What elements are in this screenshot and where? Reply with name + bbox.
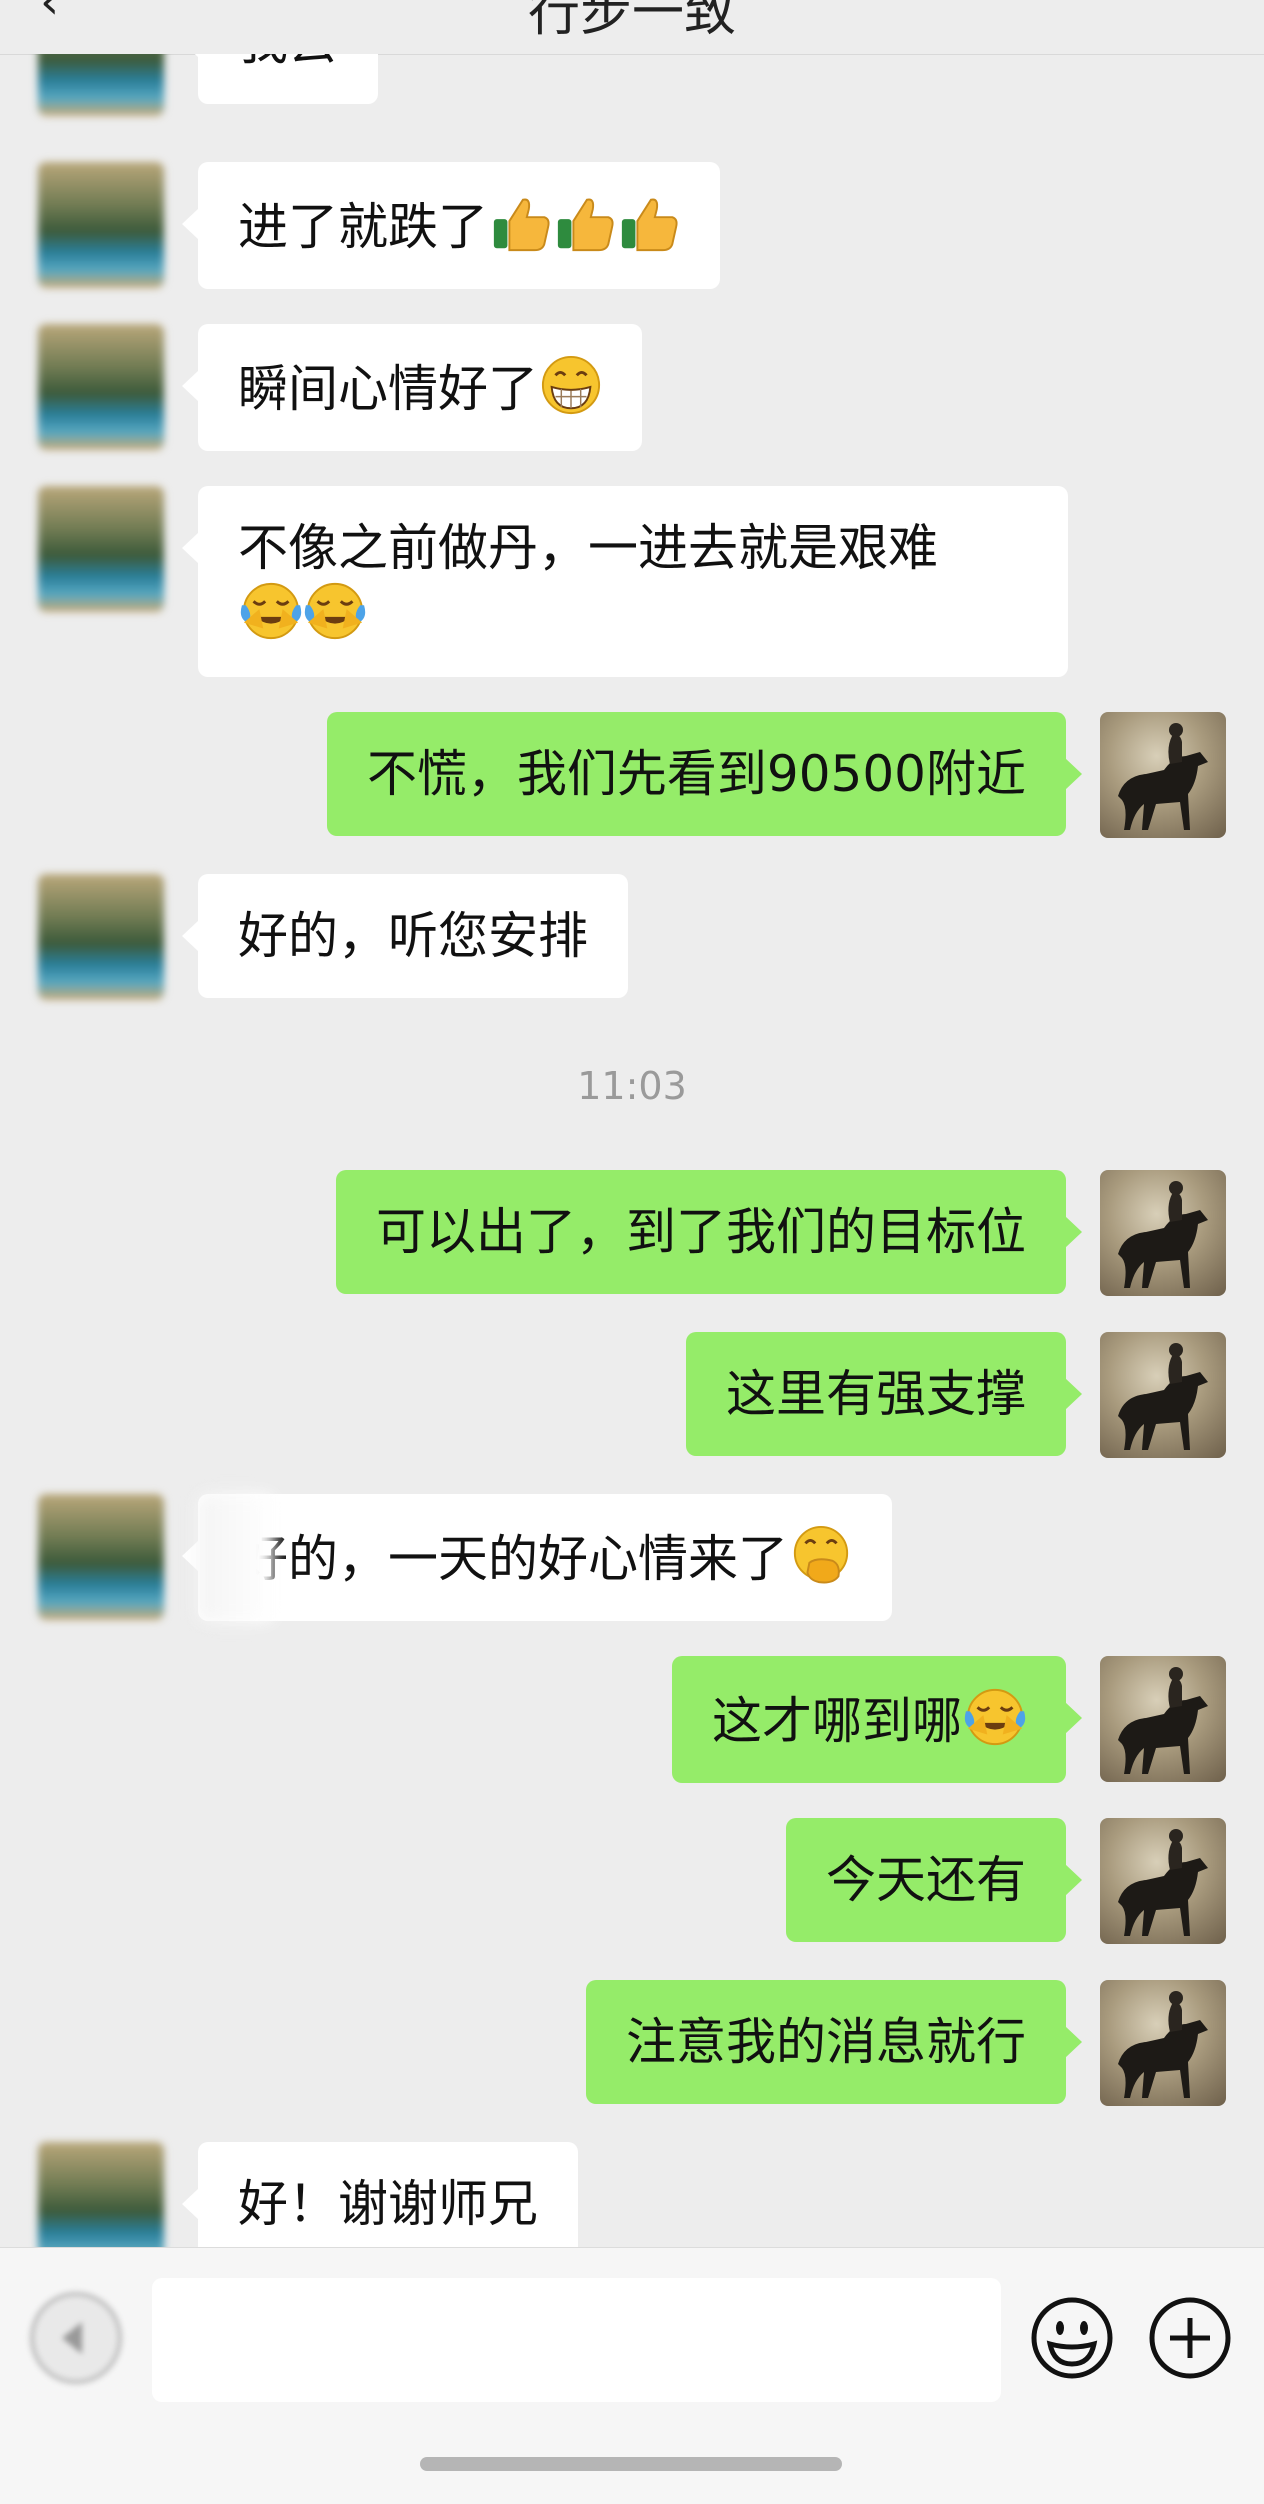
message-bubble[interactable]: 好的，一天的好心情来了: [182, 1494, 892, 1621]
message-bubble[interactable]: 注意我的消息就行: [586, 1980, 1082, 2104]
horse-rider-icon: [1118, 1829, 1208, 1936]
horse-rider-icon: [1118, 1991, 1208, 2098]
horse-rider-icon: [1118, 723, 1208, 830]
horse-rider-icon: [1118, 1181, 1208, 1288]
horse-rider-icon: [1118, 1343, 1208, 1450]
chat-title: 行步一致: [527, 0, 736, 43]
message-bubble[interactable]: 好的，听您安排: [182, 874, 628, 998]
grinning-face-icon: [541, 355, 601, 415]
thumbs-up-icon: [557, 198, 614, 252]
contact-avatar[interactable]: [38, 1494, 164, 1620]
user-avatar[interactable]: [1100, 1980, 1226, 2106]
message-bubble[interactable]: 不像之前做丹，一进去就是艰难: [182, 486, 1068, 677]
tears-of-joy-icon: [964, 1688, 1026, 1746]
contact-avatar[interactable]: [38, 874, 164, 1000]
chat-header: ‹ 行步一致: [0, 0, 1264, 55]
horse-rider-icon: [1118, 1667, 1208, 1774]
smiley-face-icon[interactable]: [1030, 2296, 1114, 2380]
message-bubble[interactable]: 这才哪到哪: [672, 1656, 1082, 1783]
contact-avatar[interactable]: [38, 54, 164, 116]
message-timestamp: 11:03: [577, 1064, 687, 1108]
voice-input-icon[interactable]: [30, 2292, 122, 2384]
user-avatar[interactable]: [1100, 1170, 1226, 1296]
tears-of-joy-icon: [240, 582, 302, 640]
plus-icon[interactable]: [1148, 2296, 1232, 2380]
thumbs-up-icon: [493, 198, 550, 252]
message-bubble[interactable]: 今天还有: [786, 1818, 1082, 1942]
tears-of-joy-icon: [304, 582, 366, 640]
message-bubble[interactable]: 好！谢谢师兄: [182, 2142, 578, 2247]
hand-over-mouth-icon: [793, 1525, 849, 1584]
user-avatar[interactable]: [1100, 1818, 1226, 1944]
message-bubble[interactable]: 瞬间心情好了: [182, 324, 642, 451]
message-bubble[interactable]: 我去: [182, 54, 378, 104]
contact-avatar[interactable]: [38, 324, 164, 450]
contact-avatar[interactable]: [38, 162, 164, 288]
thumbs-up-icon: [621, 198, 678, 252]
contact-avatar[interactable]: [38, 2142, 164, 2247]
user-avatar[interactable]: [1100, 1332, 1226, 1458]
message-input[interactable]: [152, 2278, 1001, 2402]
message-bubble[interactable]: 这里有强支撑: [686, 1332, 1082, 1456]
message-bubble[interactable]: 不慌，我们先看到90500附近: [326, 712, 1083, 836]
contact-avatar[interactable]: [38, 486, 164, 612]
message-bubble[interactable]: 进了就跌了: [182, 162, 720, 289]
user-avatar[interactable]: [1100, 712, 1226, 838]
message-list[interactable]: 我去 进了就跌了 瞬间心情好了 不像之前做丹，一进去就是艰难 不慌，我们先看到9…: [0, 54, 1264, 2247]
home-indicator[interactable]: [420, 2457, 842, 2471]
message-bubble[interactable]: 可以出了，到了我们的目标位: [336, 1170, 1082, 1294]
user-avatar[interactable]: [1100, 1656, 1226, 1782]
